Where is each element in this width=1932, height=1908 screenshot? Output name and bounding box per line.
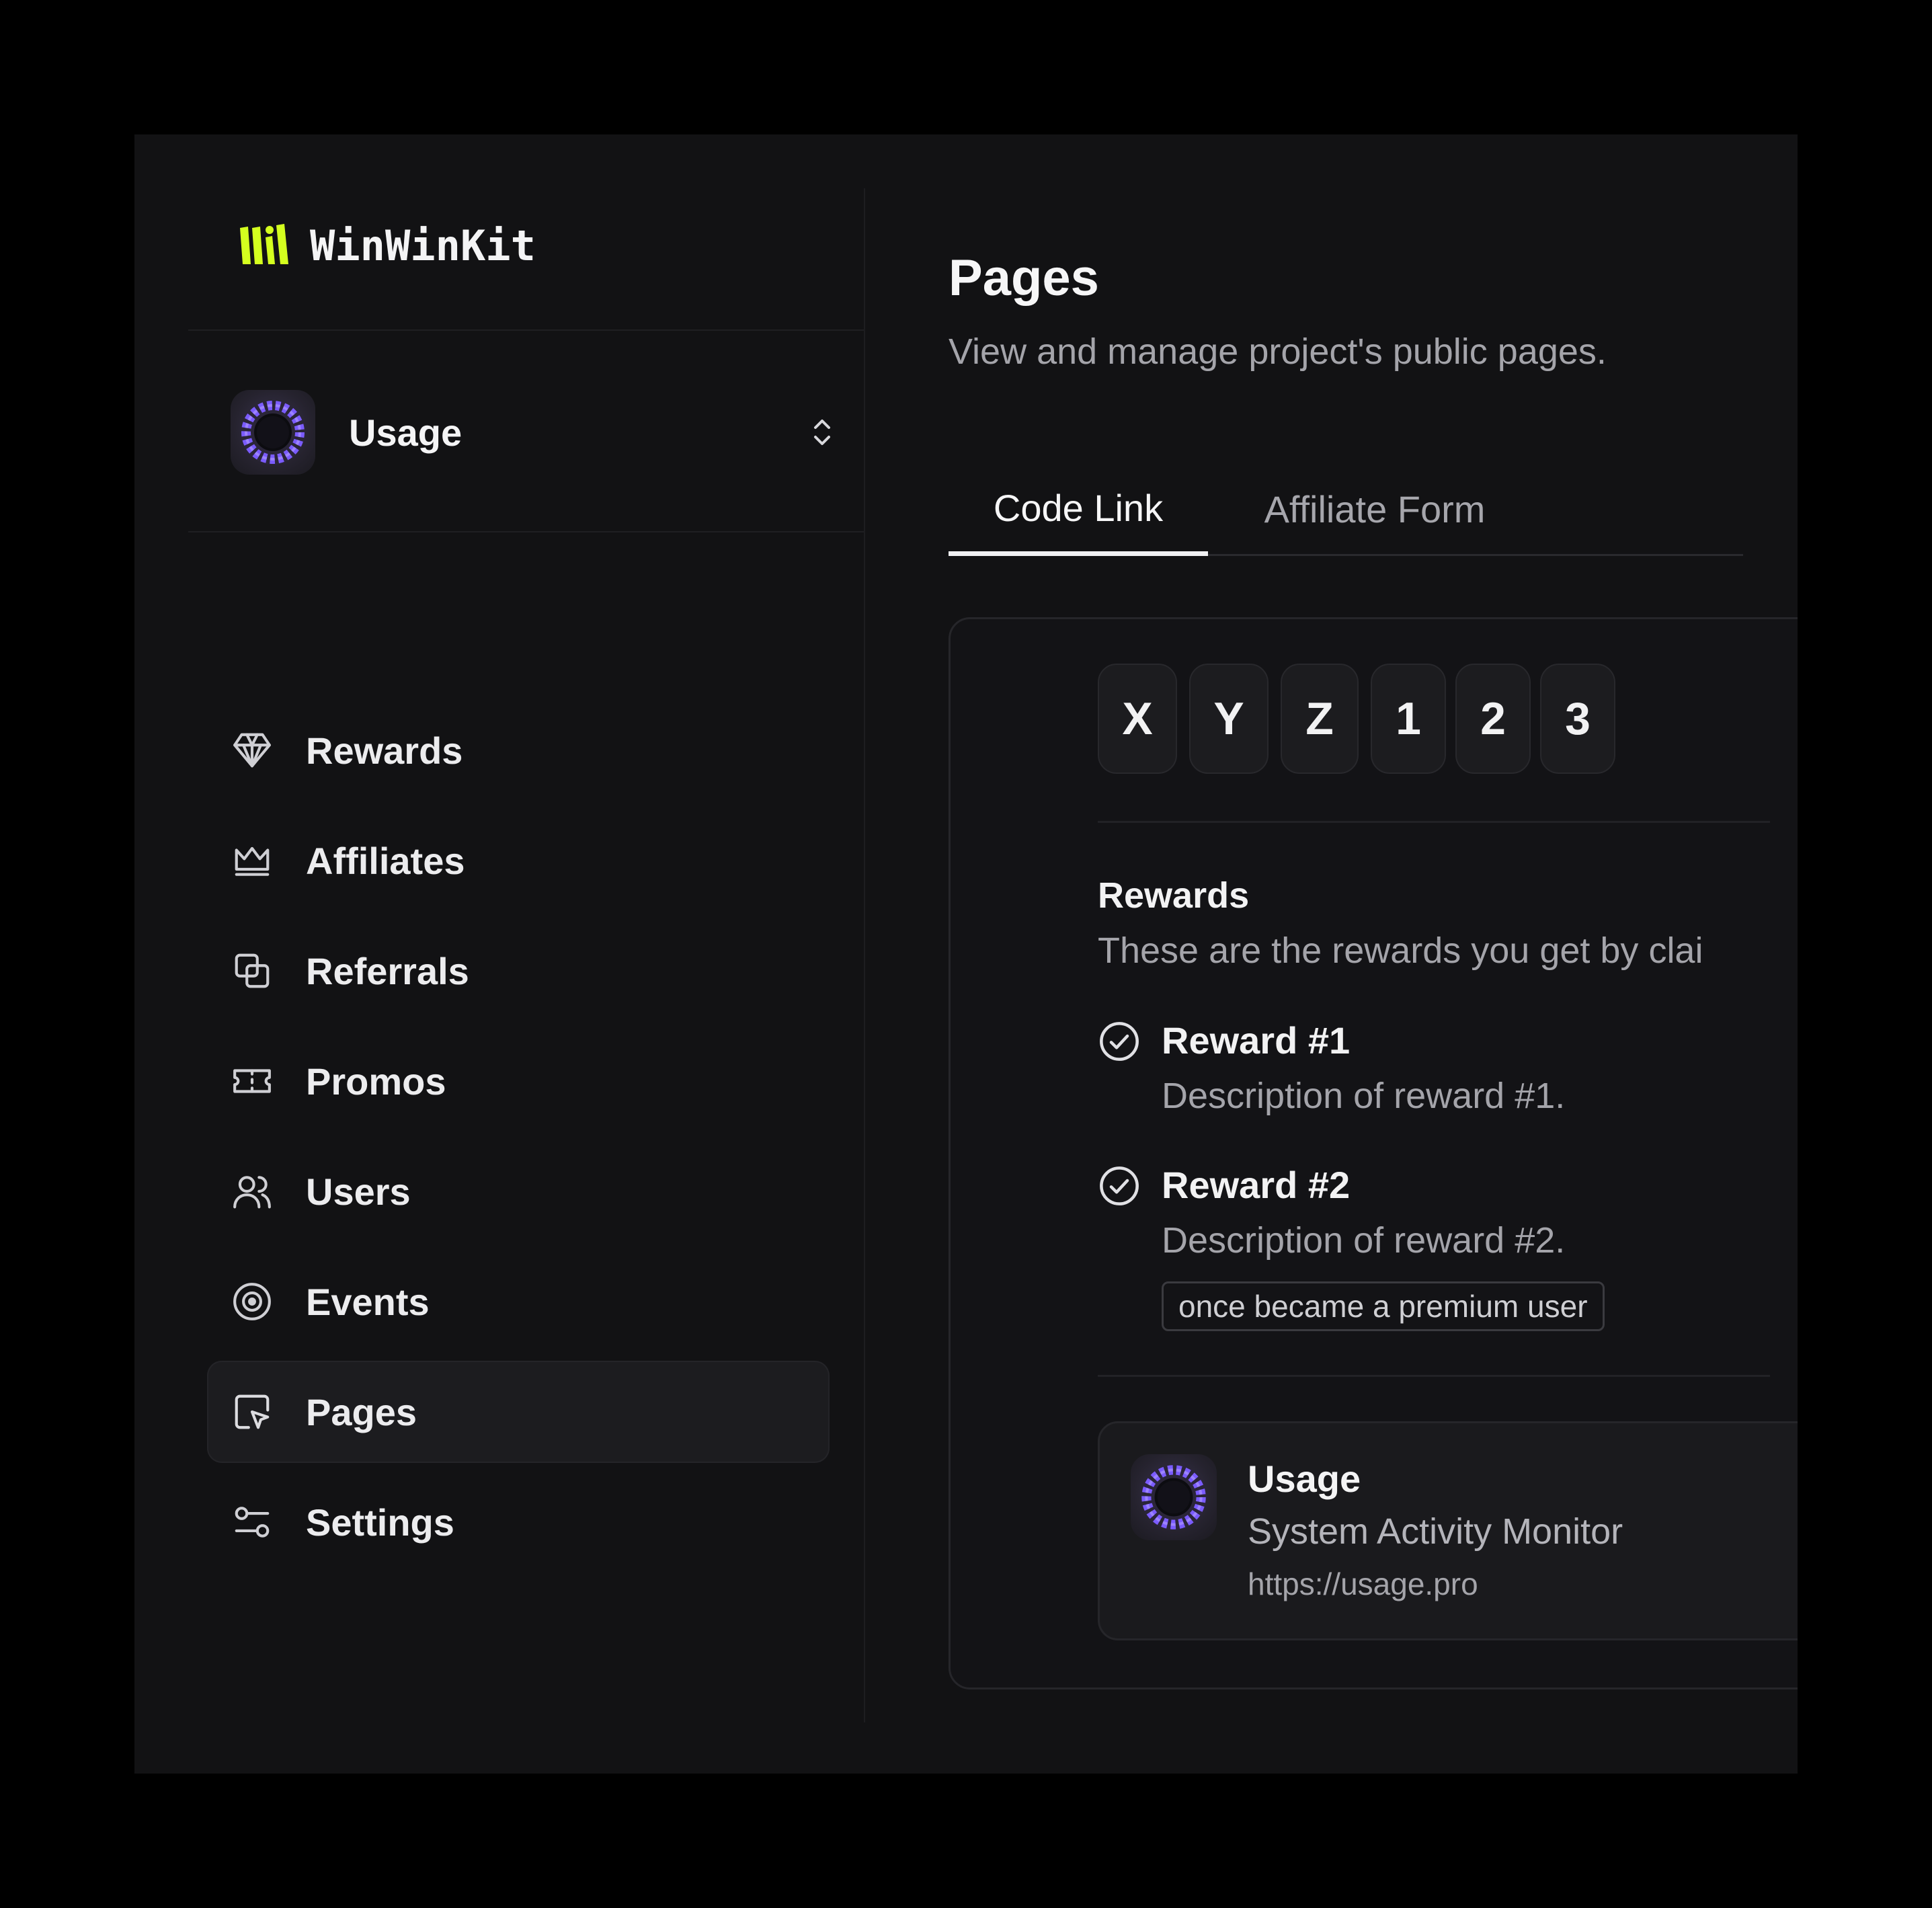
code-display: X Y Z 1 2 3: [1098, 664, 1625, 774]
sidebar-item-settings[interactable]: Settings: [207, 1471, 830, 1573]
sidebar-item-events[interactable]: Events: [207, 1250, 830, 1353]
code-char: 3: [1540, 664, 1615, 774]
target-icon: [231, 1280, 274, 1323]
reward-name: Reward #1: [1162, 1019, 1351, 1062]
sidebar: WinWinKit Usage Rewards Affiliates Refer…: [134, 134, 864, 1774]
sidebar-item-label: Pages: [306, 1390, 417, 1433]
copy-squares-icon: [231, 949, 274, 992]
sidebar-item-label: Users: [306, 1170, 411, 1213]
ticket-icon: [231, 1060, 274, 1103]
sidebar-border: [864, 188, 865, 1722]
app-window: WinWinKit Usage Rewards Affiliates Refer…: [134, 134, 1798, 1774]
sidebar-item-label: Promos: [306, 1060, 446, 1103]
page-subtitle: View and manage project's public pages.: [949, 331, 1607, 372]
sidebar-item-rewards[interactable]: Rewards: [207, 699, 830, 801]
sidebar-item-label: Rewards: [306, 729, 463, 772]
sidebar-item-affiliates[interactable]: Affiliates: [207, 809, 830, 912]
winwinkit-logo-icon: [240, 224, 288, 264]
main-content: Pages View and manage project's public p…: [949, 134, 1798, 1774]
check-circle-icon: [1100, 1022, 1139, 1061]
sidebar-item-pages[interactable]: Pages: [207, 1361, 830, 1463]
tab-affiliate-form[interactable]: Affiliate Form: [1234, 464, 1516, 554]
sliders-icon: [231, 1501, 274, 1544]
tab-bar: Code Link Affiliate Form: [949, 464, 1743, 556]
rewards-title: Rewards: [1098, 875, 1250, 916]
sidebar-item-label: Events: [306, 1280, 430, 1323]
code-char: Z: [1281, 664, 1359, 774]
diamond-icon: [231, 729, 274, 772]
usage-app-icon: [1131, 1454, 1217, 1540]
page-preview: X Y Z 1 2 3 Rewards These are the reward…: [949, 617, 1798, 1690]
sidebar-divider: [188, 329, 864, 331]
brand-name: WinWinKit: [310, 221, 536, 270]
reward-description: Description of reward #1.: [1162, 1076, 1566, 1116]
brand[interactable]: WinWinKit: [239, 221, 536, 270]
users-icon: [231, 1170, 274, 1213]
sidebar-item-promos[interactable]: Promos: [207, 1030, 830, 1132]
sidebar-item-label: Affiliates: [306, 839, 465, 882]
sidebar-item-label: Referrals: [306, 949, 469, 992]
reward-description: Description of reward #2.: [1162, 1220, 1566, 1261]
project-switcher[interactable]: Usage: [231, 389, 836, 476]
usage-app-icon: [231, 390, 315, 475]
rewards-description: These are the rewards you get by clai: [1098, 930, 1703, 971]
sidebar-item-label: Settings: [306, 1501, 454, 1544]
app-info-card[interactable]: Usage System Activity Monitor https://us…: [1098, 1421, 1798, 1640]
reward-condition-badge: once became a premium user: [1162, 1281, 1605, 1331]
section-divider: [1098, 1375, 1770, 1377]
chevron-up-down-icon[interactable]: [809, 415, 836, 449]
sidebar-item-users[interactable]: Users: [207, 1140, 830, 1242]
page-cursor-icon: [231, 1390, 274, 1433]
sidebar-divider: [188, 531, 864, 532]
app-name: Usage: [1248, 1458, 1361, 1500]
code-char: X: [1098, 664, 1177, 774]
app-tagline: System Activity Monitor: [1248, 1511, 1623, 1552]
preview-content: X Y Z 1 2 3 Rewards These are the reward…: [1098, 619, 1798, 1687]
app-url[interactable]: https://usage.pro: [1248, 1566, 1478, 1602]
reward-name: Reward #2: [1162, 1164, 1351, 1206]
sidebar-nav: Rewards Affiliates Referrals Promos User…: [207, 699, 830, 1581]
code-char: 2: [1455, 664, 1531, 774]
section-divider: [1098, 821, 1770, 823]
project-name: Usage: [349, 411, 462, 454]
page-title: Pages: [949, 249, 1099, 307]
code-char: 1: [1371, 664, 1446, 774]
check-circle-icon: [1100, 1166, 1139, 1205]
crown-icon: [231, 839, 274, 882]
code-char: Y: [1189, 664, 1269, 774]
tab-code-link[interactable]: Code Link: [949, 464, 1208, 556]
sidebar-item-referrals[interactable]: Referrals: [207, 920, 830, 1022]
